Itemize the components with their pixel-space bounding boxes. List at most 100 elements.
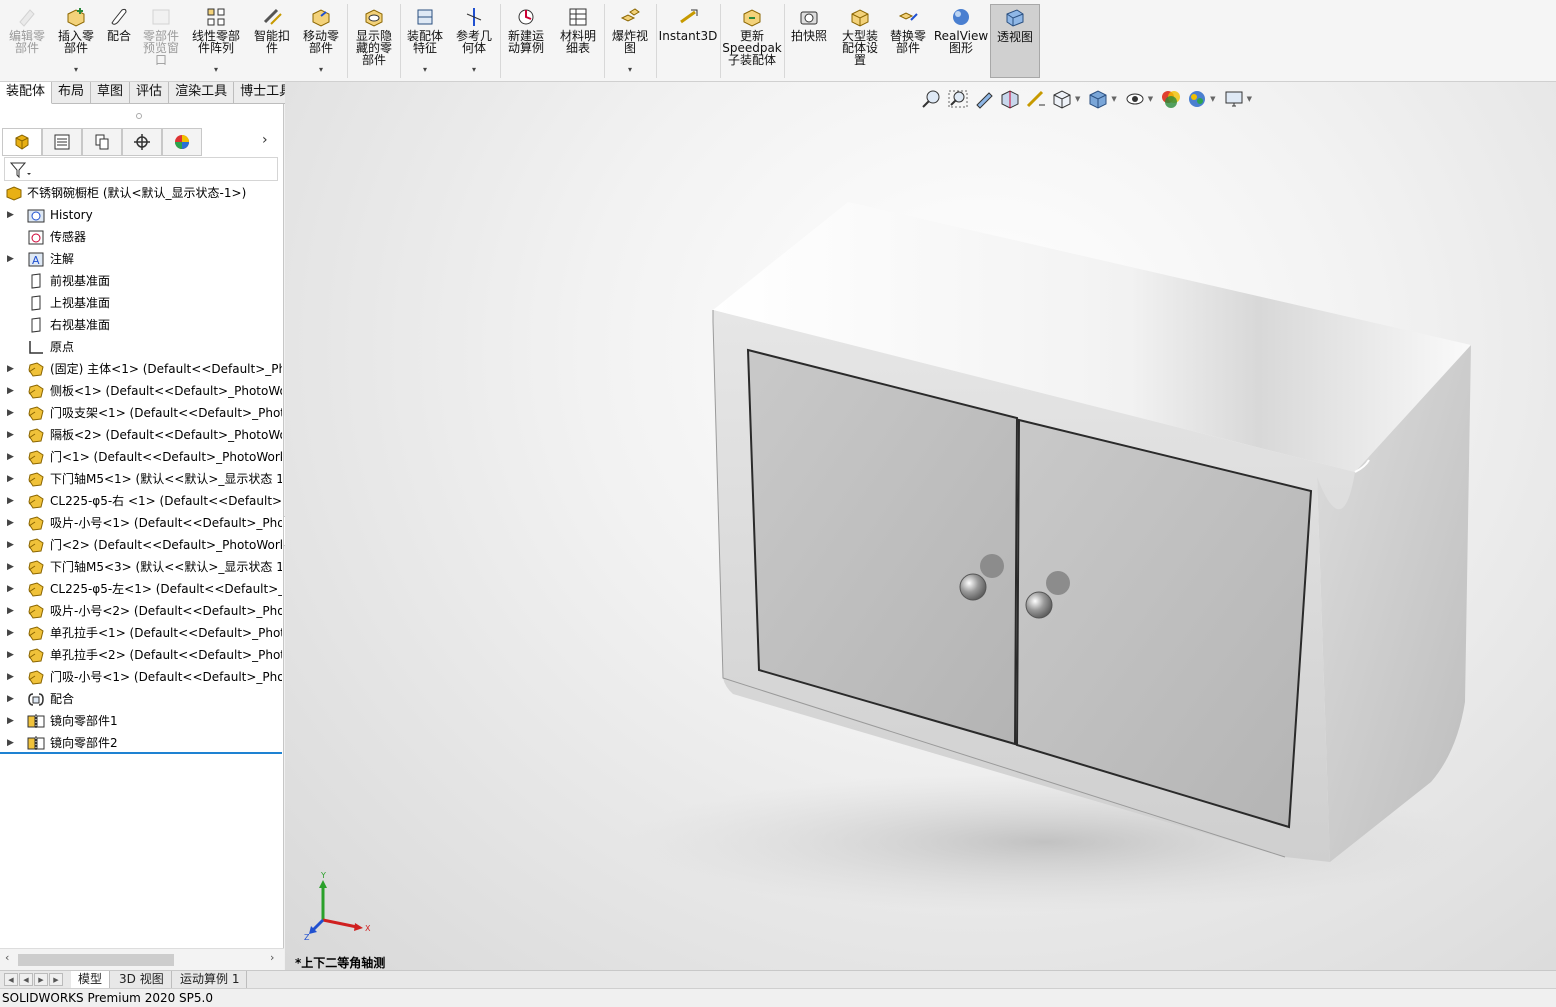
mate-button[interactable]: 配合 bbox=[102, 4, 136, 78]
expand-arrow-icon[interactable]: ▶ bbox=[7, 380, 14, 402]
tab-command-0[interactable]: 装配体 bbox=[0, 82, 53, 104]
tree-item[interactable]: ▶ 镜向零部件2 bbox=[0, 732, 282, 754]
motion-study-button[interactable]: 新建运 动算例 bbox=[502, 4, 550, 78]
tree-item[interactable]: ▶ History bbox=[0, 204, 282, 226]
panel-grip[interactable] bbox=[136, 113, 142, 119]
tab-command-1[interactable]: 布局 bbox=[52, 82, 92, 104]
cabinet-model-render[interactable] bbox=[285, 82, 1556, 971]
edit-component-button[interactable]: 编辑零 部件 bbox=[2, 4, 52, 78]
edit-appearance-icon[interactable] bbox=[1160, 89, 1182, 109]
bottom-tab-1[interactable]: 3D 视图 bbox=[112, 971, 172, 989]
tree-item[interactable]: ▶ 吸片-小号<2> (Default<<Default>_PhotoWorks bbox=[0, 600, 282, 622]
tree-rollback-bar[interactable] bbox=[0, 752, 282, 754]
bottom-tab-2[interactable]: 运动算例 1 bbox=[173, 971, 248, 989]
tree-item[interactable]: ▶ A 注解 bbox=[0, 248, 282, 270]
tree-item[interactable]: ▶ CL225-φ5-左<1> (Default<<Default>_PhotoW… bbox=[0, 578, 282, 600]
tree-item[interactable]: 上视基准面 bbox=[0, 292, 282, 314]
tree-item[interactable]: ▶ 门吸-小号<1> (Default<<Default>_PhotoWorks bbox=[0, 666, 282, 688]
tab-command-3[interactable]: 评估 bbox=[130, 82, 170, 104]
zoom-to-area-icon[interactable] bbox=[947, 89, 969, 109]
tree-item[interactable]: ▶ 吸片-小号<1> (Default<<Default>_PhotoWorks bbox=[0, 512, 282, 534]
insert-component-button[interactable]: 插入零 部件 ▾ bbox=[52, 4, 100, 78]
horizontal-scrollbar[interactable]: ‹ › bbox=[0, 948, 284, 970]
expand-arrow-icon[interactable]: ▶ bbox=[7, 578, 14, 600]
expand-arrow-icon[interactable]: ▶ bbox=[7, 424, 14, 446]
chevron-down-icon[interactable]: ▾ bbox=[423, 65, 427, 74]
assembly-feature-button[interactable]: 装配体 特征 ▾ bbox=[402, 4, 448, 78]
tree-item[interactable]: 右视基准面 bbox=[0, 314, 282, 336]
perspective-button[interactable]: 透视图 bbox=[990, 4, 1040, 78]
expand-arrow-icon[interactable]: ▶ bbox=[7, 710, 14, 732]
section-view-icon[interactable] bbox=[999, 89, 1021, 109]
large-assembly-button[interactable]: 大型装 配体设 置 bbox=[834, 4, 886, 78]
chevron-down-icon[interactable]: ▾ bbox=[319, 65, 323, 74]
apply-scene-dropdown-icon[interactable]: ▼ bbox=[1210, 95, 1215, 103]
first-tab-icon[interactable]: ◀ bbox=[4, 973, 18, 986]
expand-arrow-icon[interactable]: ▶ bbox=[7, 644, 14, 666]
view-orientation-icon[interactable] bbox=[1051, 89, 1073, 109]
reference-geometry-button[interactable]: 参考几 何体 ▾ bbox=[450, 4, 498, 78]
scroll-left-icon[interactable]: ‹ bbox=[5, 951, 9, 964]
bottom-tab-0[interactable]: 模型 bbox=[71, 971, 111, 989]
tree-item[interactable]: ▶ 下门轴M5<3> (默认<<默认>_显示状态 1> bbox=[0, 556, 282, 578]
expand-arrow-icon[interactable]: ▶ bbox=[7, 556, 14, 578]
tree-item[interactable]: ▶ 镜向零部件1 bbox=[0, 710, 282, 732]
expand-arrow-icon[interactable]: ▶ bbox=[7, 688, 14, 710]
prev-tab-icon[interactable]: ◀ bbox=[19, 973, 33, 986]
replace-component-button[interactable]: 替换零 部件 bbox=[884, 4, 932, 78]
expand-arrow-icon[interactable]: ▶ bbox=[7, 622, 14, 644]
zoom-to-fit-icon[interactable] bbox=[921, 89, 943, 109]
dynamic-annotation-icon[interactable] bbox=[1025, 89, 1047, 109]
tree-item[interactable]: ▶ 单孔拉手<1> (Default<<Default>_PhotoWorks bbox=[0, 622, 282, 644]
panel-expand-chevron-icon[interactable]: › bbox=[262, 132, 268, 148]
hide-show-items-icon[interactable] bbox=[1124, 89, 1146, 109]
bom-button[interactable]: 材料明 细表 bbox=[554, 4, 602, 78]
expand-arrow-icon[interactable]: ▶ bbox=[7, 248, 14, 270]
linear-pattern-button[interactable]: 线性零部 件阵列 ▾ bbox=[186, 4, 246, 78]
hide-show-dropdown-icon[interactable]: ▼ bbox=[1148, 95, 1153, 103]
move-component-button[interactable]: 移动零 部件 ▾ bbox=[298, 4, 344, 78]
tree-item[interactable]: ▶ 门<2> (Default<<Default>_PhotoWorks bbox=[0, 534, 282, 556]
tree-item[interactable]: ▶ 配合 bbox=[0, 688, 282, 710]
speedpak-button[interactable]: 更新 Speedpak 子装配体 bbox=[722, 4, 782, 78]
expand-arrow-icon[interactable]: ▶ bbox=[7, 446, 14, 468]
view-orientation-dropdown-icon[interactable]: ▼ bbox=[1075, 95, 1080, 103]
tree-item[interactable]: 传感器 bbox=[0, 226, 282, 248]
tab-display-manager[interactable] bbox=[162, 128, 202, 156]
display-style-icon[interactable] bbox=[1087, 89, 1109, 109]
tree-root-assembly[interactable]: 不锈钢碗橱柜 (默认<默认_显示状态-1>) bbox=[0, 182, 282, 204]
smart-fastener-button[interactable]: 智能扣 件 bbox=[248, 4, 296, 78]
expand-arrow-icon[interactable]: ▶ bbox=[7, 204, 14, 226]
tree-item[interactable]: ▶ 门<1> (Default<<Default>_PhotoWorks bbox=[0, 446, 282, 468]
chevron-down-icon[interactable]: ▾ bbox=[628, 65, 632, 74]
tab-dimxpert-manager[interactable] bbox=[122, 128, 162, 156]
expand-arrow-icon[interactable]: ▶ bbox=[7, 402, 14, 424]
view-settings-icon[interactable] bbox=[1223, 89, 1245, 109]
exploded-view-button[interactable]: 爆炸视 图 ▾ bbox=[606, 4, 654, 78]
last-tab-icon[interactable]: ▶ bbox=[49, 973, 63, 986]
tree-item[interactable]: ▶ CL225-φ5-右 <1> (Default<<Default>_Photo… bbox=[0, 490, 282, 512]
expand-arrow-icon[interactable]: ▶ bbox=[7, 534, 14, 556]
tree-item[interactable]: 前视基准面 bbox=[0, 270, 282, 292]
instant3d-button[interactable]: Instant3D bbox=[658, 4, 718, 78]
tab-feature-manager[interactable] bbox=[2, 128, 42, 156]
expand-arrow-icon[interactable]: ▶ bbox=[7, 666, 14, 688]
expand-arrow-icon[interactable]: ▶ bbox=[7, 512, 14, 534]
expand-arrow-icon[interactable]: ▶ bbox=[7, 600, 14, 622]
scroll-thumb[interactable] bbox=[18, 954, 174, 966]
tab-command-2[interactable]: 草图 bbox=[91, 82, 131, 104]
next-tab-icon[interactable]: ▶ bbox=[34, 973, 48, 986]
expand-arrow-icon[interactable]: ▶ bbox=[7, 732, 14, 754]
tree-item[interactable]: 原点 bbox=[0, 336, 282, 358]
tree-item[interactable]: ▶ (固定) 主体<1> (Default<<Default>_PhotoWork… bbox=[0, 358, 282, 380]
scroll-right-icon[interactable]: › bbox=[270, 951, 274, 964]
component-preview-button[interactable]: 零部件 预览窗 口 bbox=[138, 4, 184, 78]
tab-configuration-manager[interactable] bbox=[82, 128, 122, 156]
chevron-down-icon[interactable]: ▾ bbox=[472, 65, 476, 74]
view-settings-dropdown-icon[interactable]: ▼ bbox=[1247, 95, 1252, 103]
tab-property-manager[interactable] bbox=[42, 128, 82, 156]
expand-arrow-icon[interactable]: ▶ bbox=[7, 490, 14, 512]
tree-item[interactable]: ▶ 门吸支架<1> (Default<<Default>_PhotoWorks bbox=[0, 402, 282, 424]
realview-button[interactable]: RealView 图形 bbox=[934, 4, 988, 78]
tab-command-4[interactable]: 渲染工具 bbox=[169, 82, 235, 104]
